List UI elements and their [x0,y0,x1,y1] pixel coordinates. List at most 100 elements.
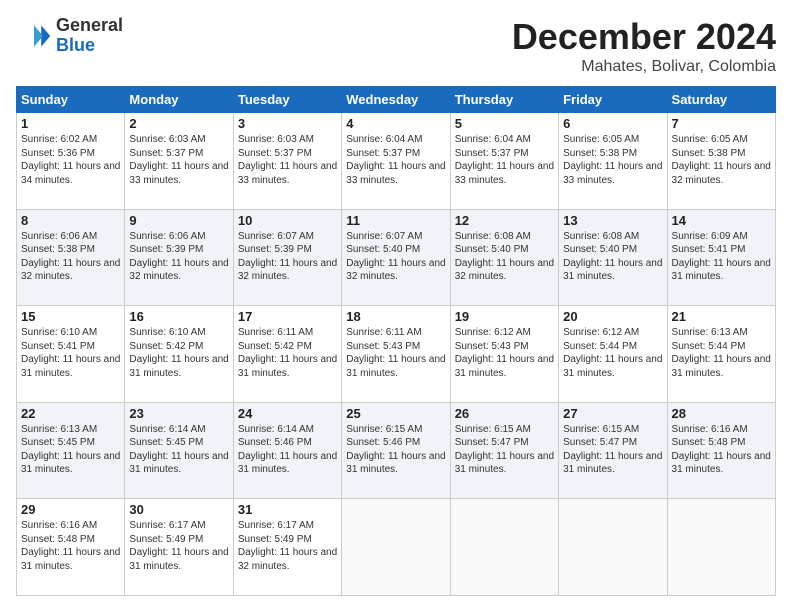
sunrise-label: Sunrise: 6:15 AM [455,424,531,435]
sunrise-label: Sunrise: 6:10 AM [129,327,205,338]
sunset-label: Sunset: 5:49 PM [238,534,312,545]
daylight-label: Daylight: 11 hours and 31 minutes. [129,354,228,379]
day-number: 18 [346,309,445,324]
sunrise-label: Sunrise: 6:11 AM [346,327,421,338]
sunset-label: Sunset: 5:37 PM [346,148,420,159]
daylight-label: Daylight: 11 hours and 31 minutes. [238,451,337,476]
day-number: 13 [563,213,662,228]
sunset-label: Sunset: 5:49 PM [129,534,203,545]
sunrise-label: Sunrise: 6:04 AM [455,134,531,145]
sunrise-label: Sunrise: 6:05 AM [563,134,639,145]
logo-blue: Blue [56,36,123,56]
sunrise-label: Sunrise: 6:07 AM [238,231,314,242]
daylight-label: Daylight: 11 hours and 32 minutes. [21,258,120,283]
day-number: 4 [346,116,445,131]
sunrise-label: Sunrise: 6:17 AM [129,520,205,531]
day-number: 19 [455,309,554,324]
sunrise-label: Sunrise: 6:03 AM [238,134,314,145]
header: General Blue December 2024 Mahates, Boli… [16,16,776,76]
calendar-cell: 28 Sunrise: 6:16 AM Sunset: 5:48 PM Dayl… [667,402,775,499]
sunset-label: Sunset: 5:40 PM [455,244,529,255]
sunset-label: Sunset: 5:36 PM [21,148,95,159]
daylight-label: Daylight: 11 hours and 34 minutes. [21,161,120,186]
day-info: Sunrise: 6:05 AM Sunset: 5:38 PM Dayligh… [563,133,662,187]
day-number: 11 [346,213,445,228]
daylight-label: Daylight: 11 hours and 31 minutes. [346,451,445,476]
day-number: 30 [129,502,228,517]
sunrise-label: Sunrise: 6:03 AM [129,134,205,145]
day-number: 22 [21,406,120,421]
day-info: Sunrise: 6:07 AM Sunset: 5:40 PM Dayligh… [346,230,445,284]
calendar-cell: 27 Sunrise: 6:15 AM Sunset: 5:47 PM Dayl… [559,402,667,499]
calendar-header: SundayMondayTuesdayWednesdayThursdayFrid… [17,87,776,113]
sunset-label: Sunset: 5:39 PM [238,244,312,255]
day-number: 2 [129,116,228,131]
day-number: 28 [672,406,771,421]
calendar-cell: 12 Sunrise: 6:08 AM Sunset: 5:40 PM Dayl… [450,209,558,306]
page: General Blue December 2024 Mahates, Boli… [0,0,792,612]
sunset-label: Sunset: 5:48 PM [672,437,746,448]
day-header-saturday: Saturday [667,87,775,113]
sunset-label: Sunset: 5:37 PM [455,148,529,159]
daylight-label: Daylight: 11 hours and 32 minutes. [238,258,337,283]
sunset-label: Sunset: 5:38 PM [672,148,746,159]
calendar-cell: 29 Sunrise: 6:16 AM Sunset: 5:48 PM Dayl… [17,499,125,596]
day-number: 27 [563,406,662,421]
daylight-label: Daylight: 11 hours and 31 minutes. [563,451,662,476]
sunset-label: Sunset: 5:40 PM [346,244,420,255]
sunrise-label: Sunrise: 6:06 AM [129,231,205,242]
sunset-label: Sunset: 5:46 PM [346,437,420,448]
sunset-label: Sunset: 5:37 PM [238,148,312,159]
week-row-5: 29 Sunrise: 6:16 AM Sunset: 5:48 PM Dayl… [17,499,776,596]
calendar-cell: 24 Sunrise: 6:14 AM Sunset: 5:46 PM Dayl… [233,402,341,499]
sunset-label: Sunset: 5:45 PM [21,437,95,448]
logo-general: General [56,16,123,36]
month-title: December 2024 [512,16,776,58]
calendar-cell [559,499,667,596]
sunset-label: Sunset: 5:42 PM [238,341,312,352]
day-info: Sunrise: 6:12 AM Sunset: 5:44 PM Dayligh… [563,326,662,380]
calendar-cell: 11 Sunrise: 6:07 AM Sunset: 5:40 PM Dayl… [342,209,450,306]
daylight-label: Daylight: 11 hours and 33 minutes. [455,161,554,186]
week-row-3: 15 Sunrise: 6:10 AM Sunset: 5:41 PM Dayl… [17,306,776,403]
sunrise-label: Sunrise: 6:12 AM [455,327,531,338]
sunrise-label: Sunrise: 6:05 AM [672,134,748,145]
daylight-label: Daylight: 11 hours and 31 minutes. [346,354,445,379]
calendar-cell [667,499,775,596]
daylight-label: Daylight: 11 hours and 32 minutes. [238,547,337,572]
week-row-4: 22 Sunrise: 6:13 AM Sunset: 5:45 PM Dayl… [17,402,776,499]
calendar-cell: 23 Sunrise: 6:14 AM Sunset: 5:45 PM Dayl… [125,402,233,499]
daylight-label: Daylight: 11 hours and 31 minutes. [21,354,120,379]
day-info: Sunrise: 6:05 AM Sunset: 5:38 PM Dayligh… [672,133,771,187]
sunrise-label: Sunrise: 6:13 AM [21,424,97,435]
day-header-thursday: Thursday [450,87,558,113]
calendar-cell: 4 Sunrise: 6:04 AM Sunset: 5:37 PM Dayli… [342,113,450,210]
day-number: 7 [672,116,771,131]
sunrise-label: Sunrise: 6:09 AM [672,231,748,242]
daylight-label: Daylight: 11 hours and 31 minutes. [563,354,662,379]
day-header-friday: Friday [559,87,667,113]
sunset-label: Sunset: 5:37 PM [129,148,203,159]
sunrise-label: Sunrise: 6:13 AM [672,327,748,338]
day-info: Sunrise: 6:17 AM Sunset: 5:49 PM Dayligh… [238,519,337,573]
calendar-cell: 1 Sunrise: 6:02 AM Sunset: 5:36 PM Dayli… [17,113,125,210]
day-info: Sunrise: 6:13 AM Sunset: 5:45 PM Dayligh… [21,423,120,477]
day-info: Sunrise: 6:14 AM Sunset: 5:46 PM Dayligh… [238,423,337,477]
calendar-cell [450,499,558,596]
day-info: Sunrise: 6:15 AM Sunset: 5:47 PM Dayligh… [455,423,554,477]
sunset-label: Sunset: 5:48 PM [21,534,95,545]
sunset-label: Sunset: 5:44 PM [563,341,637,352]
sunrise-label: Sunrise: 6:17 AM [238,520,314,531]
day-info: Sunrise: 6:02 AM Sunset: 5:36 PM Dayligh… [21,133,120,187]
calendar-cell: 9 Sunrise: 6:06 AM Sunset: 5:39 PM Dayli… [125,209,233,306]
day-number: 10 [238,213,337,228]
logo-icon [16,18,52,54]
daylight-label: Daylight: 11 hours and 31 minutes. [563,258,662,283]
sunset-label: Sunset: 5:39 PM [129,244,203,255]
calendar-cell: 13 Sunrise: 6:08 AM Sunset: 5:40 PM Dayl… [559,209,667,306]
sunset-label: Sunset: 5:42 PM [129,341,203,352]
daylight-label: Daylight: 11 hours and 31 minutes. [21,547,120,572]
calendar-cell: 20 Sunrise: 6:12 AM Sunset: 5:44 PM Dayl… [559,306,667,403]
sunset-label: Sunset: 5:47 PM [455,437,529,448]
day-number: 26 [455,406,554,421]
